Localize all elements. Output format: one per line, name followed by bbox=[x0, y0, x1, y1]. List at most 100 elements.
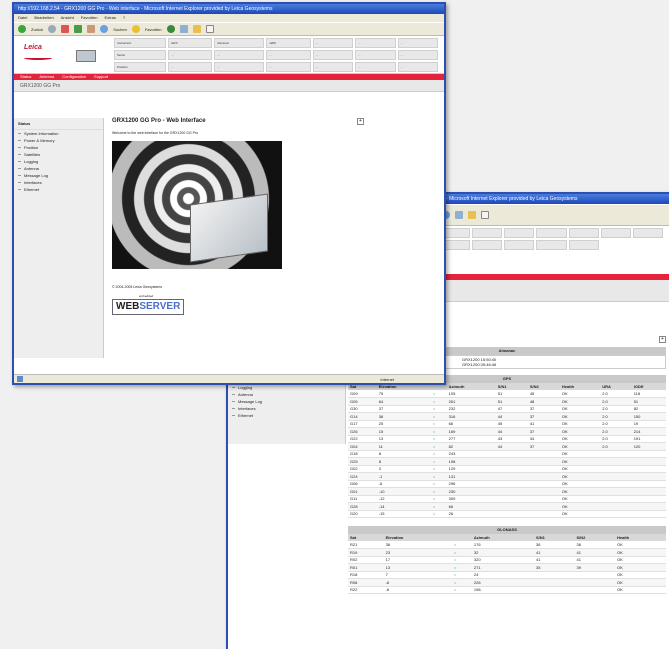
nav-item[interactable]: Configuration bbox=[62, 74, 86, 79]
gps-cell: 15 bbox=[376, 427, 431, 436]
gps-cell: 25 bbox=[376, 420, 431, 428]
nav-item[interactable]: Support bbox=[94, 74, 108, 79]
table-row: G24 -1 = 131 OK bbox=[348, 472, 666, 481]
menu-item[interactable]: Favoriten bbox=[81, 15, 98, 20]
table-row: G01 -10 = 230 OK bbox=[348, 487, 666, 496]
media-icon[interactable] bbox=[166, 25, 175, 33]
gps-cell bbox=[527, 487, 560, 496]
back-button-label[interactable]: Zurück bbox=[31, 27, 43, 32]
gps-cell: 26 bbox=[446, 510, 496, 518]
status-cell: Position bbox=[114, 62, 167, 72]
sidebar-item[interactable]: Power & Memory bbox=[14, 137, 103, 144]
sidebar-item[interactable]: System Information bbox=[14, 130, 103, 137]
gps-cell: 118 bbox=[631, 390, 666, 398]
menu-item[interactable]: Datei bbox=[18, 15, 27, 20]
favorites-icon[interactable] bbox=[131, 25, 140, 33]
print-icon[interactable] bbox=[192, 25, 201, 33]
glonass-table: Sat Elevation Azimuth S/N1 S/N2 Health R21 36 = 1… bbox=[348, 534, 666, 594]
gps-cell: = bbox=[430, 397, 447, 406]
gps-cell: OK bbox=[559, 495, 601, 503]
menu-item[interactable]: ? bbox=[123, 15, 125, 20]
page-icon[interactable] bbox=[481, 211, 489, 219]
stop-icon[interactable] bbox=[61, 25, 70, 33]
sidebar-item[interactable]: Logging bbox=[228, 384, 345, 391]
gps-cell: OK bbox=[559, 435, 601, 443]
glonass-cell: 320 bbox=[471, 556, 534, 564]
glonass-cell bbox=[574, 586, 615, 594]
gps-cell: -10 bbox=[376, 487, 431, 496]
menu-item[interactable]: Extras bbox=[105, 15, 116, 20]
receiver-icon bbox=[76, 50, 96, 62]
gps-cell: 8 bbox=[376, 450, 431, 458]
gps-cell: OK bbox=[559, 427, 601, 436]
back-arrow-icon[interactable] bbox=[18, 25, 26, 33]
sidebar-item[interactable]: Antenna bbox=[14, 165, 103, 172]
print-icon[interactable] bbox=[455, 211, 463, 219]
gps-header-cell: IODE bbox=[631, 383, 666, 390]
gps-cell: 51 bbox=[495, 397, 528, 406]
status-cell: Receiver bbox=[214, 38, 265, 48]
gps-cell: 2.0 bbox=[600, 405, 632, 413]
favorites-button-label[interactable]: Favoriten bbox=[145, 27, 162, 32]
gps-cell: 51 bbox=[495, 390, 528, 398]
glonass-cell: 35 bbox=[533, 563, 575, 572]
sidebar-item[interactable]: Satellites bbox=[14, 151, 103, 158]
menu-item[interactable]: Bearbeiten bbox=[34, 15, 53, 20]
gps-cell: = bbox=[430, 465, 447, 473]
search-button-label[interactable]: Suchen bbox=[113, 27, 127, 32]
glonass-header-cell: Sat bbox=[348, 534, 384, 541]
sidebar-item[interactable]: Interfaces bbox=[14, 179, 103, 186]
sidebar-item[interactable]: Logging bbox=[14, 158, 103, 165]
gps-header-cell: S/N1 bbox=[495, 383, 528, 390]
gps-cell: OK bbox=[559, 510, 601, 518]
glonass-cell: 198 bbox=[471, 586, 534, 594]
sidebar-item[interactable]: Ethernet bbox=[228, 412, 345, 419]
glonass-cell: = bbox=[452, 578, 472, 587]
menu-item[interactable]: Ansicht bbox=[61, 15, 74, 20]
gps-cell: G04 bbox=[348, 442, 377, 451]
sidebar-item[interactable]: Position bbox=[14, 144, 103, 151]
gps-cell: 37 bbox=[527, 442, 560, 451]
badge-server: SERVER bbox=[139, 301, 181, 312]
gps-cell bbox=[527, 480, 560, 488]
sidebar-item[interactable]: Message Log bbox=[14, 172, 103, 179]
sidebar-item[interactable]: Interfaces bbox=[228, 405, 345, 412]
minimize-icon[interactable]: + bbox=[357, 118, 364, 125]
refresh-icon[interactable] bbox=[74, 25, 83, 33]
gps-cell: OK bbox=[559, 390, 601, 398]
gps-cell: 191 bbox=[631, 435, 666, 443]
gps-cell bbox=[600, 472, 632, 481]
gps-cell bbox=[527, 495, 560, 503]
gps-cell: 316 bbox=[446, 412, 496, 421]
back-stat-cell bbox=[600, 228, 631, 238]
gps-cell: = bbox=[430, 487, 447, 496]
gps-cell: G05 bbox=[348, 397, 377, 406]
folder-icon[interactable] bbox=[468, 211, 476, 219]
page-heading: GRX1200 GG Pro - Web Interface bbox=[112, 118, 206, 124]
table-row: G18 8 = 243 OK bbox=[348, 450, 666, 458]
front-sidebar: Status System Information Power & Memory P… bbox=[14, 118, 104, 358]
gps-cell: 232 bbox=[446, 405, 496, 413]
status-cell: ... bbox=[355, 50, 396, 60]
gps-cell: G09 bbox=[348, 390, 377, 398]
sidebar-item[interactable]: Ethernet bbox=[14, 186, 103, 193]
nav-item[interactable]: Antenna bbox=[39, 74, 54, 79]
sidebar-item[interactable]: Antenna bbox=[228, 391, 345, 398]
glonass-cell: R08 bbox=[348, 578, 384, 587]
sidebar-item[interactable]: Message Log bbox=[228, 398, 345, 405]
home-icon[interactable] bbox=[87, 25, 96, 33]
gps-cell: 11 bbox=[376, 442, 431, 451]
gps-cell: 2.0 bbox=[600, 397, 632, 406]
page-icon[interactable] bbox=[205, 25, 214, 33]
search-icon[interactable] bbox=[100, 25, 109, 33]
forward-arrow-icon[interactable] bbox=[48, 25, 57, 33]
status-cell: ... bbox=[397, 50, 438, 60]
mail-icon[interactable] bbox=[179, 25, 188, 33]
nav-item[interactable]: Status bbox=[20, 74, 31, 79]
status-grid: Instrument GRX Receiver 1200......... Serial… bbox=[114, 38, 438, 72]
gps-cell: G14 bbox=[348, 412, 377, 421]
gps-cell bbox=[631, 510, 666, 518]
gps-cell: 36 bbox=[376, 412, 431, 421]
collapse-icon[interactable]: + bbox=[659, 336, 666, 343]
table-row: G30 37 = 232 47 37 OK 2.0 82 bbox=[348, 405, 666, 413]
